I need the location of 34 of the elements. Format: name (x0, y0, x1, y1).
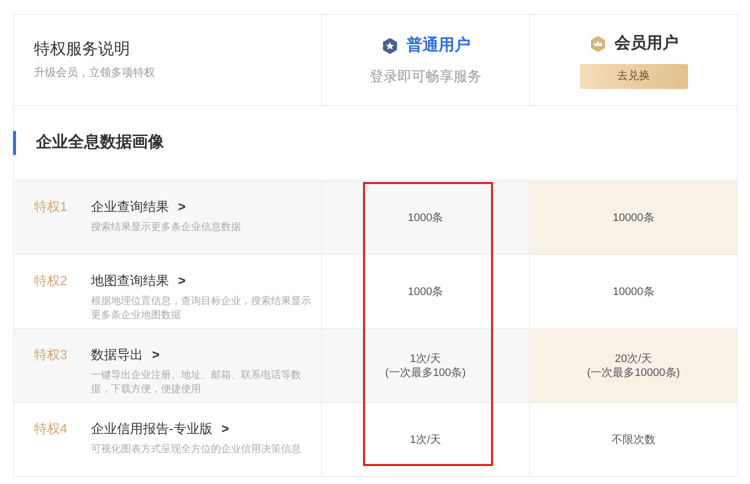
section-title: 企业全息数据画像 (36, 132, 164, 153)
chevron-icon[interactable]: > (178, 271, 186, 290)
privilege-tag: 特权3 (34, 345, 91, 402)
privilege-link[interactable]: 企业查询结果 (91, 197, 169, 216)
chevron-icon[interactable]: > (221, 419, 229, 438)
member-value: 不限次数 (612, 432, 656, 446)
basic-value: 1000条 (408, 284, 444, 298)
exchange-button[interactable]: 去兑换 (580, 64, 688, 88)
privilege-description: 可视化图表方式呈现全方位的企业信用决策信息 (91, 442, 301, 456)
privilege-link[interactable]: 企业信用报告-专业版 (91, 419, 212, 438)
header-title: 特权服务说明 (34, 40, 131, 60)
plan-name: 会员用户 (614, 33, 678, 54)
member-value: 10000条 (612, 210, 654, 224)
basic-value: 1次/天 (410, 432, 442, 446)
privilege-description: 根据地理位置信息，查询目标企业，搜索结果显示更多条企业地图数据 (91, 294, 311, 322)
privilege-description: 搜索结果显示更多条企业信息数据 (91, 220, 241, 234)
privilege-tag: 特权1 (34, 197, 91, 254)
basic-value: 1000条 (408, 210, 444, 224)
privilege-tag: 特权4 (34, 419, 91, 476)
privilege-description: 一键导出企业注册、地址、邮箱、联系电话等数据，下载方便，便捷使用 (91, 368, 302, 396)
privilege-link[interactable]: 地图查询结果 (91, 271, 169, 290)
member-value: 10000条 (612, 284, 654, 298)
section-marker (13, 131, 16, 155)
chevron-icon[interactable]: > (178, 197, 186, 216)
star-badge-icon (380, 36, 398, 54)
privilege-tag: 特权2 (34, 271, 91, 328)
chevron-icon[interactable]: > (152, 345, 160, 364)
header-subtitle: 升级会员，立领多项特权 (34, 66, 156, 81)
plan-name: 普通用户 (406, 34, 470, 56)
crown-badge-icon (588, 34, 606, 52)
plan-note: 登录即可畅享服务 (370, 66, 482, 86)
member-value: 20次/天 (一次最多10000条) (587, 352, 680, 380)
basic-value: 1次/天 (一次最多100条) (385, 352, 466, 380)
privilege-link[interactable]: 数据导出 (91, 345, 143, 364)
